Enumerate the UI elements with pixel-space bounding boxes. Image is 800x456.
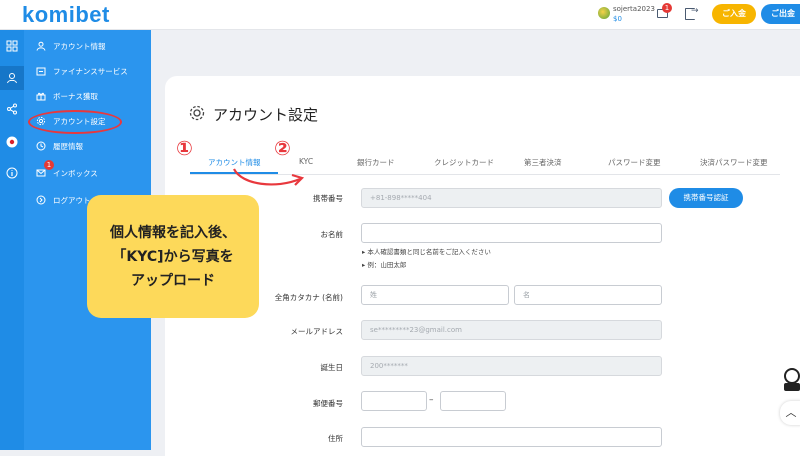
sidebar-item-label: アカウント情報 [53, 41, 106, 51]
flag-japan-icon[interactable] [6, 136, 18, 148]
page-title: アカウント設定 [213, 106, 319, 124]
tab-payment-password-change[interactable]: 決済パスワード変更 [700, 157, 768, 168]
gift-icon [36, 92, 46, 101]
highlight-circle [28, 110, 122, 134]
icon-rail [0, 30, 24, 450]
name-field[interactable] [361, 223, 662, 243]
share-icon[interactable] [6, 103, 18, 115]
phone-field: +81-898*****404 [361, 188, 662, 208]
withdraw-button[interactable]: ご出金 [761, 4, 800, 24]
tab-bank-card[interactable]: 銀行カード [357, 157, 395, 168]
sidebar-item-label: ボーナス獲取 [53, 91, 98, 101]
top-header: komibet sojerta2023 $0 1 → ご入金 ご出金 [0, 0, 800, 30]
sidebar-item-bonus[interactable]: ボーナス獲取 [36, 89, 98, 103]
sidebar-item-label: 履歴情報 [53, 141, 83, 151]
step-1-marker: ① [176, 136, 193, 160]
history-icon [36, 141, 46, 151]
postal-label: 郵便番号 [313, 399, 343, 408]
annotation-line-3: アップロード [131, 272, 215, 289]
annotation-bubble: 個人情報を記入後、 「KYC]から写真を アップロード [87, 195, 259, 318]
grid-icon[interactable] [6, 40, 18, 52]
verify-phone-button[interactable]: 携帯番号認証 [669, 188, 743, 208]
postal-dash: – [429, 395, 434, 405]
mail-icon [36, 169, 46, 177]
sidebar-item-label: ファイナンスサービス [53, 66, 128, 76]
postal-code-field-1[interactable] [361, 391, 427, 411]
sidebar-item-finance[interactable]: ファイナンスサービス [36, 64, 128, 78]
kana-last-name-field[interactable]: 姓 [361, 285, 509, 305]
name-example: ▸ 例：山田太郎 [362, 261, 407, 269]
username: sojerta2023 [613, 5, 655, 13]
annotation-line-1: 個人情報を記入後、 [110, 224, 236, 241]
step-2-marker: ② [274, 136, 291, 160]
sidebar-item-label: ログアウト [53, 195, 91, 205]
avatar[interactable] [598, 7, 610, 19]
address-field[interactable] [361, 427, 662, 447]
support-24h-icon [784, 368, 800, 391]
postal-code-field-2[interactable] [440, 391, 506, 411]
gear-icon [189, 105, 205, 121]
annotation-line-2: 「KYC]から写真を [112, 248, 234, 265]
user-icon [36, 41, 46, 51]
inbox-badge: 1 [44, 160, 54, 170]
logout-icon [36, 195, 46, 205]
email-label: メールアドレス [290, 327, 344, 336]
info-icon[interactable] [6, 167, 18, 179]
email-field: se*********23@gmail.com [361, 320, 662, 340]
name-hint: ▸ 本人確認書類と同じ名前をご記入ください [362, 248, 491, 256]
deposit-button[interactable]: ご入金 [712, 4, 756, 24]
support-widget[interactable] [780, 364, 800, 396]
user-icon[interactable] [6, 72, 18, 84]
tab-credit-card[interactable]: クレジットカード [434, 157, 494, 168]
birthday-label: 誕生日 [320, 363, 344, 372]
birthday-field: 200******* [361, 356, 662, 376]
sidebar-item-label: インボックス [53, 168, 98, 178]
site-logo[interactable]: komibet [22, 2, 110, 28]
chevron-up-icon: ︿ [785, 406, 797, 419]
sidebar-item-logout[interactable]: ログアウト [36, 193, 91, 207]
sidebar-item-history[interactable]: 履歴情報 [36, 139, 83, 153]
scroll-top-button[interactable]: ︿ [780, 401, 800, 425]
finance-icon [36, 67, 46, 76]
tab-password-change[interactable]: パスワード変更 [608, 157, 661, 168]
sidebar-item-account-info[interactable]: アカウント情報 [36, 39, 106, 53]
kana-first-name-field[interactable]: 名 [514, 285, 662, 305]
logout-arrow-icon: → [691, 6, 699, 16]
balance: $0 [613, 15, 622, 23]
address-label: 住所 [328, 434, 343, 443]
tab-third-party-payment[interactable]: 第三者決済 [524, 157, 562, 168]
arrow-annotation [233, 168, 305, 186]
mail-badge: 1 [662, 3, 672, 13]
